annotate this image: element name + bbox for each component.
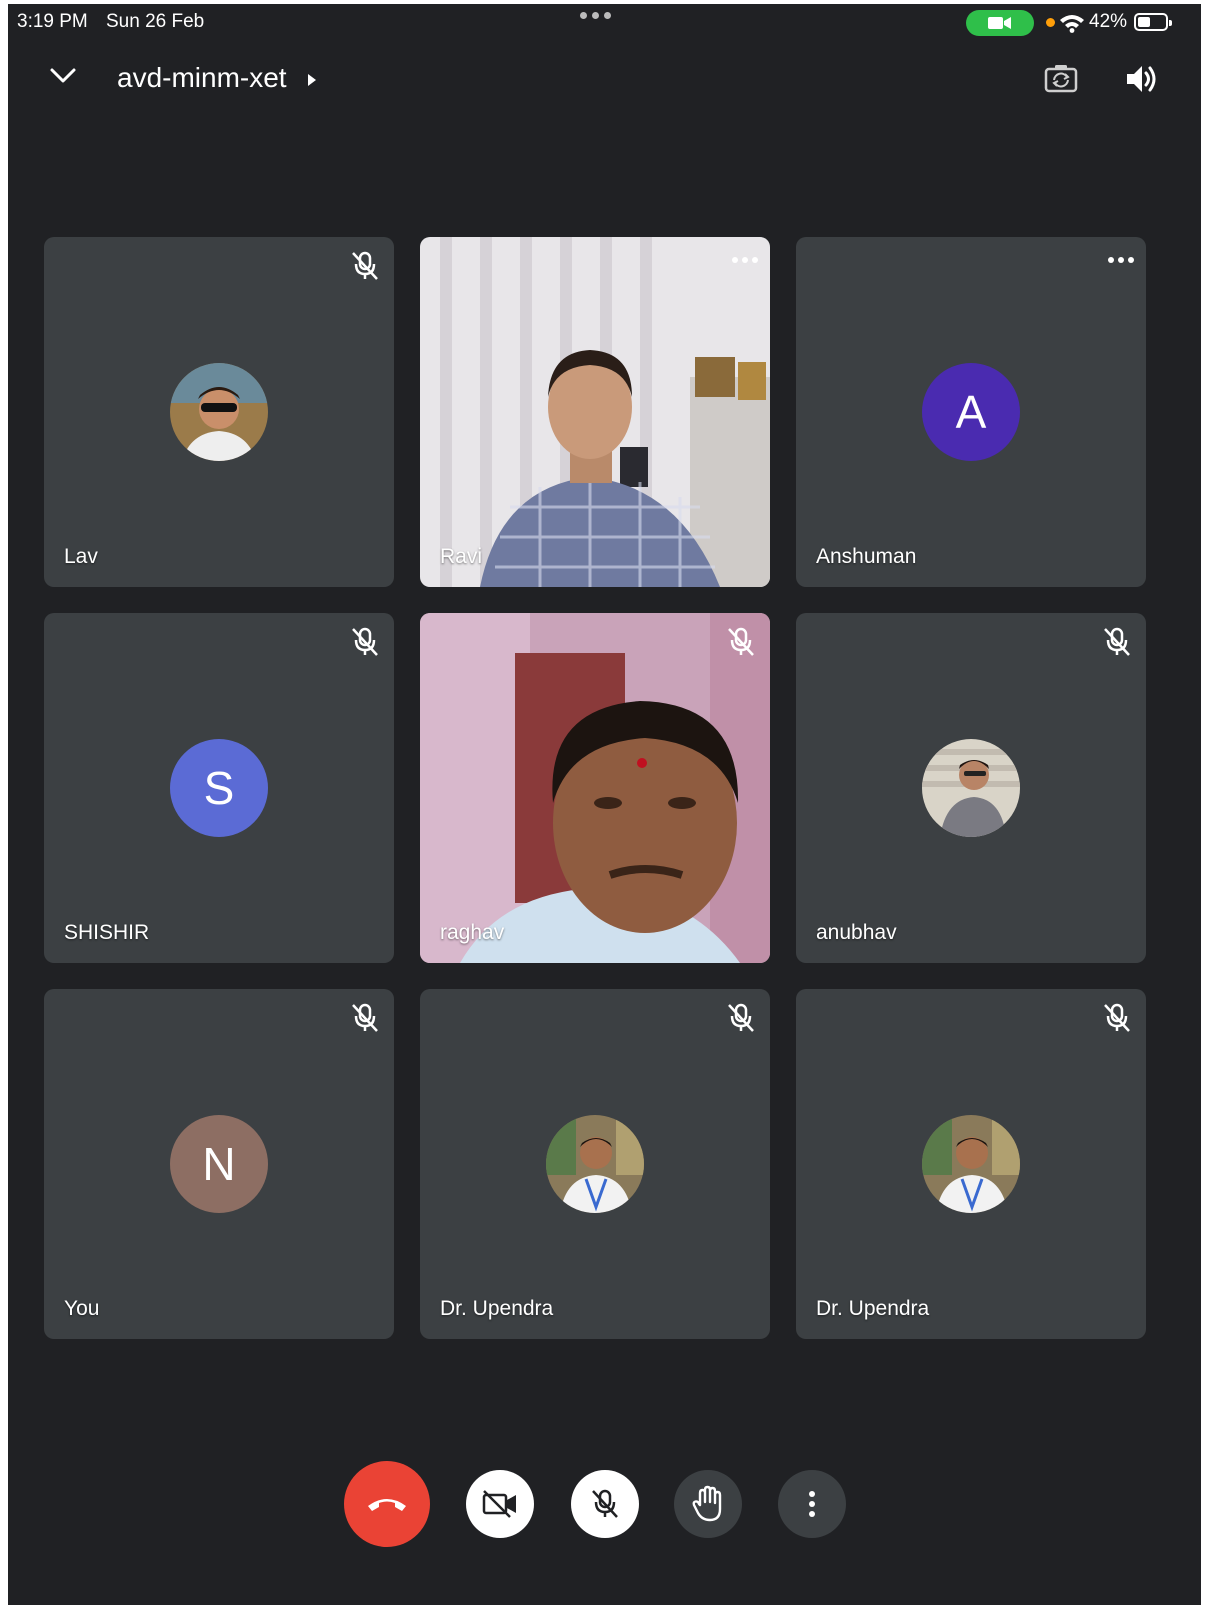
participant-tile-you[interactable]: N You xyxy=(44,989,394,1339)
participant-tile-dr-upendra[interactable]: Dr. Upendra xyxy=(420,989,770,1339)
chevron-down-icon[interactable] xyxy=(48,66,78,86)
more-vertical-icon xyxy=(809,1491,815,1517)
status-time: 3:19 PM xyxy=(17,11,88,32)
mic-off-icon xyxy=(352,251,378,280)
more-options-button[interactable] xyxy=(778,1470,846,1538)
camera-in-use-pill[interactable] xyxy=(966,10,1034,36)
switch-camera-icon[interactable] xyxy=(1043,62,1079,96)
participant-tile-anubhav[interactable]: anubhav xyxy=(796,613,1146,963)
participant-name: Anshuman xyxy=(816,545,917,568)
avatar-letter: S xyxy=(170,739,268,837)
participant-name: raghav xyxy=(440,921,505,944)
participant-tile-lav[interactable]: Lav xyxy=(44,237,394,587)
avatar-photo xyxy=(546,1115,644,1213)
avatar-letter: N xyxy=(170,1115,268,1213)
hand-icon xyxy=(692,1485,722,1522)
mic-off-icon xyxy=(728,1003,754,1032)
caret-right-icon[interactable] xyxy=(306,72,318,88)
participant-tile-dr-upendra-2[interactable]: Dr. Upendra xyxy=(796,989,1146,1339)
meet-screen: 3:19 PM Sun 26 Feb 42% avd-minm-xet Lav … xyxy=(8,4,1201,1605)
avatar-letter: A xyxy=(922,363,1020,461)
mic-off-icon xyxy=(352,1003,378,1032)
meeting-code[interactable]: avd-minm-xet xyxy=(117,62,287,94)
status-date: Sun 26 Feb xyxy=(106,11,205,32)
avatar-photo xyxy=(922,1115,1020,1213)
status-bar: 3:19 PM Sun 26 Feb 42% xyxy=(8,4,1201,44)
participant-tile-raghav[interactable]: raghav xyxy=(420,613,770,963)
battery-percentage: 42% xyxy=(1089,11,1128,32)
more-options-icon[interactable] xyxy=(1108,257,1134,263)
participant-name: Dr. Upendra xyxy=(440,1297,554,1320)
mic-off-icon xyxy=(1104,627,1130,656)
participant-name: Ravi xyxy=(440,545,483,568)
participant-tile-ravi[interactable]: Ravi xyxy=(420,237,770,587)
mic-off-icon xyxy=(352,627,378,656)
video-feed xyxy=(420,237,770,587)
leave-call-button[interactable] xyxy=(344,1461,430,1547)
participant-name: You xyxy=(64,1297,100,1320)
multitasking-dots-icon[interactable] xyxy=(580,12,611,19)
mic-off-icon xyxy=(592,1489,618,1518)
avatar-photo xyxy=(170,363,268,461)
avatar-photo xyxy=(922,739,1020,837)
raise-hand-button[interactable] xyxy=(674,1470,742,1538)
hang-up-icon xyxy=(368,1499,406,1511)
video-feed xyxy=(420,613,770,963)
more-options-icon[interactable] xyxy=(732,257,758,263)
wifi-icon xyxy=(1060,15,1084,33)
camera-icon xyxy=(988,17,1011,29)
microphone-toggle-button[interactable] xyxy=(571,1470,639,1538)
camera-toggle-button[interactable] xyxy=(466,1470,534,1538)
video-off-icon xyxy=(482,1490,516,1518)
mic-off-icon xyxy=(1104,1003,1130,1032)
mic-off-icon xyxy=(728,627,754,656)
participant-tile-shishir[interactable]: S SHISHIR xyxy=(44,613,394,963)
battery-icon xyxy=(1134,13,1172,31)
participant-name: SHISHIR xyxy=(64,921,150,944)
participant-name: Dr. Upendra xyxy=(816,1297,930,1320)
speaker-icon[interactable] xyxy=(1124,62,1158,96)
participant-name: anubhav xyxy=(816,921,897,944)
mic-in-use-dot xyxy=(1046,18,1055,27)
participant-name: Lav xyxy=(64,545,98,568)
participant-tile-anshuman[interactable]: A Anshuman xyxy=(796,237,1146,587)
